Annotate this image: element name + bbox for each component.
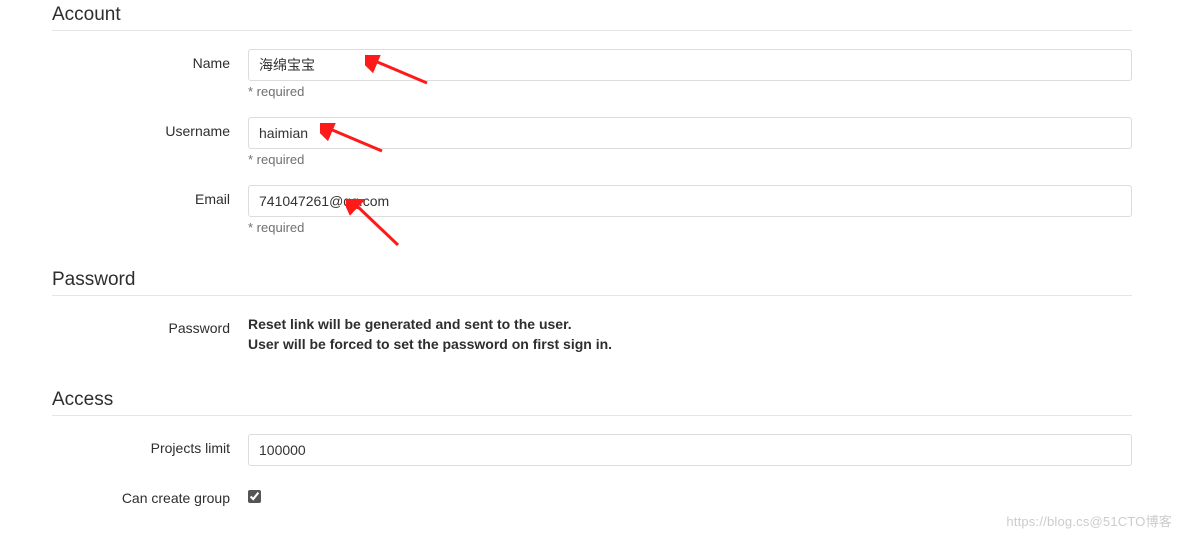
account-divider [52, 30, 1132, 31]
can-create-group-row: Can create group [52, 484, 1132, 506]
email-label: Email [52, 185, 248, 207]
projects-limit-row: Projects limit [52, 434, 1132, 466]
name-input[interactable] [248, 49, 1132, 81]
access-divider [52, 415, 1132, 416]
can-create-group-label: Can create group [52, 484, 248, 506]
username-label: Username [52, 117, 248, 139]
name-label: Name [52, 49, 248, 71]
username-input[interactable] [248, 117, 1132, 149]
username-row: Username * required [52, 117, 1132, 167]
projects-limit-label: Projects limit [52, 434, 248, 456]
email-row: Email * required [52, 185, 1132, 235]
password-row: Password Reset link will be generated an… [52, 314, 1132, 355]
password-section-title: Password [52, 269, 1132, 295]
can-create-group-checkbox[interactable] [248, 490, 261, 503]
account-section-title: Account [52, 4, 1132, 30]
name-row: Name * required [52, 49, 1132, 99]
watermark-text: https://blog.cs@51CTO博客 [1006, 511, 1172, 530]
email-input[interactable] [248, 185, 1132, 217]
password-note-1: Reset link will be generated and sent to… [248, 314, 1132, 334]
email-help: * required [248, 220, 1132, 235]
username-help: * required [248, 152, 1132, 167]
password-divider [52, 295, 1132, 296]
access-section-title: Access [52, 389, 1132, 415]
password-note-2: User will be forced to set the password … [248, 334, 1132, 354]
name-help: * required [248, 84, 1132, 99]
projects-limit-input[interactable] [248, 434, 1132, 466]
password-label: Password [52, 314, 248, 336]
